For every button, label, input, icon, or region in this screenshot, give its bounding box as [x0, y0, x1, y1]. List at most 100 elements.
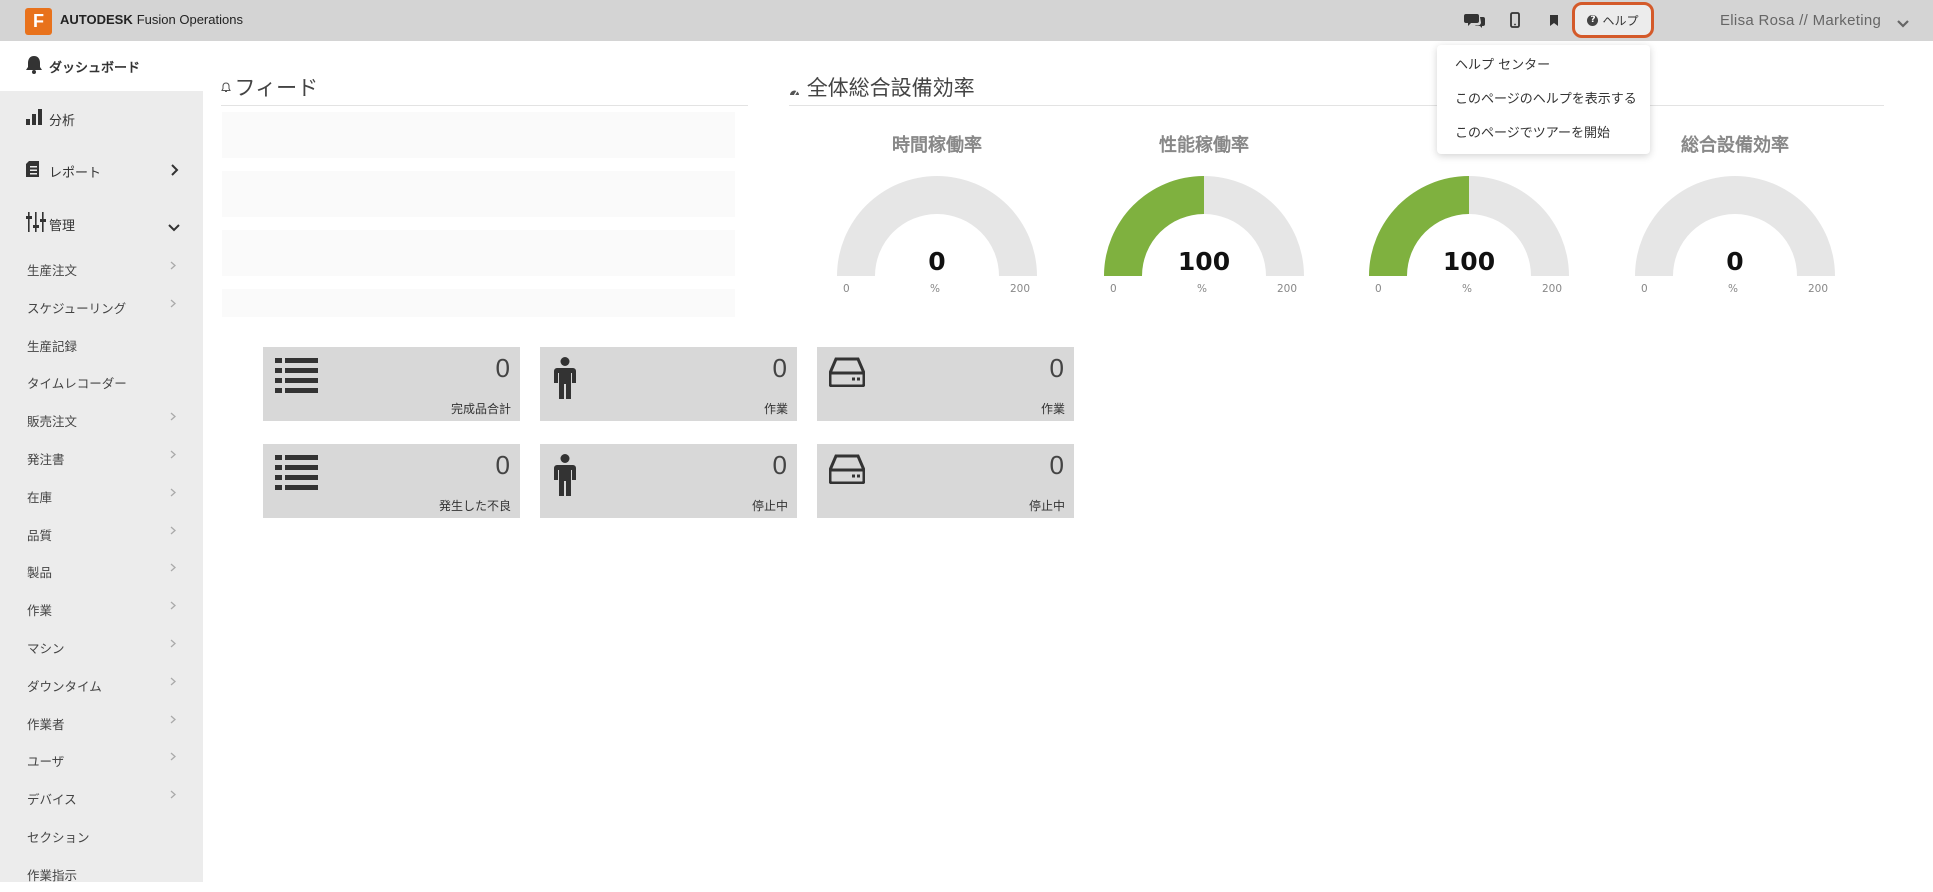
gauge-max-label: 200: [1010, 283, 1031, 295]
app-logo-icon[interactable]: F: [25, 8, 52, 35]
tile-label: 停止中: [751, 499, 788, 513]
sidebar-subitem-label: デバイス: [27, 792, 77, 808]
oee-divider: [789, 105, 1884, 106]
chevron-right-icon: [170, 524, 176, 538]
sidebar-item-analysis[interactable]: 分析: [0, 91, 203, 143]
oee-title-text: 全体総合設備効率: [806, 76, 975, 100]
sidebar-subitem[interactable]: 製品: [0, 551, 203, 589]
hard-drive-icon: [828, 454, 866, 488]
sidebar-item-dashboard[interactable]: ダッシュボード: [0, 41, 203, 91]
sidebar-item-admin[interactable]: 管理: [0, 195, 203, 249]
document-icon: [25, 160, 43, 182]
gauge: 100 0% 200: [1094, 176, 1314, 306]
gauge-title: 総合設備効率: [1681, 135, 1789, 156]
help-button[interactable]: ? ヘルプ: [1572, 2, 1654, 38]
sidebar-subitem[interactable]: 作業者: [0, 703, 203, 741]
person-icon: [552, 454, 578, 500]
sidebar-item-label: レポート: [49, 166, 102, 181]
feed-title-text: フィード: [234, 76, 319, 100]
sidebar-subitem-label: 生産注文: [27, 263, 78, 278]
sidebar-subitem[interactable]: 作業指示: [0, 854, 203, 892]
brand-bold: AUTODESK: [60, 12, 133, 27]
tile-value: 0: [495, 353, 510, 383]
sidebar-subitem[interactable]: 発注書: [0, 438, 203, 476]
chevron-right-icon: [170, 297, 176, 311]
feed-placeholder: [222, 230, 735, 276]
gauge-unit-label: %: [1728, 283, 1738, 295]
bell-icon: [25, 55, 43, 78]
sidebar-subitem[interactable]: セクション: [0, 816, 203, 854]
gauge: 0 0% 200: [1625, 176, 1845, 306]
tile-label: 作業: [1040, 402, 1065, 416]
sidebar-subitem[interactable]: ユーザ: [0, 740, 203, 778]
brand-name: AUTODESK Fusion Operations: [60, 12, 243, 27]
tile-label: 完成品合計: [450, 402, 511, 416]
gauge-min-label: 0: [1375, 283, 1382, 295]
chevron-down-icon[interactable]: [1896, 14, 1910, 33]
chevron-right-icon: [170, 637, 176, 651]
chevron-right-icon: [170, 161, 179, 180]
gauge-value: 100: [1177, 247, 1231, 276]
start-tour-item[interactable]: このページでツアーを開始: [1455, 122, 1610, 141]
hard-drive-icon: [828, 357, 866, 391]
mobile-device-icon[interactable]: [1504, 9, 1526, 31]
gauge-min-label: 0: [1641, 283, 1648, 295]
show-page-help-item[interactable]: このページのヘルプを表示する: [1455, 88, 1637, 107]
sidebar-subitem-label: ユーザ: [27, 754, 65, 770]
chevron-right-icon: [170, 599, 176, 613]
sidebar-subitem[interactable]: タイムレコーダー: [0, 362, 203, 400]
help-circle-icon: ?: [1587, 14, 1599, 26]
gauge-unit-label: %: [1462, 283, 1472, 295]
bell-outline-icon: [221, 82, 235, 96]
kpi-tile[interactable]: 0 作業: [817, 347, 1074, 421]
feed-title: フィード: [221, 72, 318, 102]
sidebar-subitem[interactable]: 在庫: [0, 476, 203, 514]
sidebar-item-reports[interactable]: レポート: [0, 143, 203, 195]
feed-placeholder: [222, 289, 735, 317]
gauge-title: 性能稼働率: [1159, 135, 1249, 156]
help-center-item[interactable]: ヘルプ センター: [1455, 54, 1550, 73]
sidebar-item-label: ダッシュボード: [49, 61, 141, 76]
sidebar-subitem[interactable]: スケジューリング: [0, 287, 203, 325]
chevron-right-icon: [170, 486, 176, 500]
sidebar-subitem[interactable]: デバイス: [0, 778, 203, 816]
kpi-tile[interactable]: 0 発生した不良: [263, 444, 520, 518]
bookmark-icon[interactable]: [1543, 9, 1565, 31]
kpi-tile[interactable]: 0 完成品合計: [263, 347, 520, 421]
sidebar-subitem-label: タイムレコーダー: [27, 376, 127, 392]
chat-icon[interactable]: [1464, 9, 1486, 31]
person-icon: [552, 357, 578, 403]
sidebar-subitem[interactable]: 販売注文: [0, 400, 203, 438]
tile-value: 0: [495, 450, 510, 480]
bar-chart-icon: [25, 108, 43, 130]
sidebar-subitem[interactable]: マシン: [0, 627, 203, 665]
chevron-right-icon: [170, 750, 176, 764]
brand-product: Fusion Operations: [136, 12, 243, 27]
chevron-right-icon: [170, 561, 176, 575]
sidebar: ダッシュボード 分析 レポート 管理 生産注文 スケジューリング 生産記録 タイ…: [0, 41, 203, 883]
sidebar-subitem-label: 発注書: [27, 452, 65, 467]
sidebar-subitem[interactable]: ダウンタイム: [0, 665, 203, 703]
chevron-down-icon: [168, 217, 180, 236]
sidebar-subitem-label: マシン: [27, 641, 65, 656]
kpi-tile[interactable]: 0 作業: [540, 347, 797, 421]
tile-value: 0: [772, 450, 787, 480]
sidebar-subitem-label: 製品: [27, 565, 53, 581]
sidebar-subitem[interactable]: 作業: [0, 589, 203, 627]
gauge-value: 0: [928, 247, 946, 276]
feed-divider: [221, 105, 748, 106]
gauge-unit-label: %: [930, 283, 940, 295]
sidebar-subitem[interactable]: 品質: [0, 514, 203, 552]
sidebar-subitem-label: 作業: [27, 603, 53, 619]
chevron-right-icon: [170, 675, 176, 689]
user-menu[interactable]: Elisa Rosa // Marketing: [1720, 12, 1881, 29]
sidebar-subitem[interactable]: 生産記録: [0, 325, 203, 363]
sidebar-subitem-label: セクション: [27, 830, 90, 845]
gauge-value: 0: [1726, 247, 1744, 276]
gauge-max-label: 200: [1808, 283, 1829, 295]
kpi-tile[interactable]: 0 停止中: [540, 444, 797, 518]
kpi-tile[interactable]: 0 停止中: [817, 444, 1074, 518]
tile-value: 0: [1049, 353, 1064, 383]
top-bar: F AUTODESK Fusion Operations ? ヘルプ Elisa …: [0, 0, 1933, 41]
sidebar-subitem[interactable]: 生産注文: [0, 249, 203, 287]
